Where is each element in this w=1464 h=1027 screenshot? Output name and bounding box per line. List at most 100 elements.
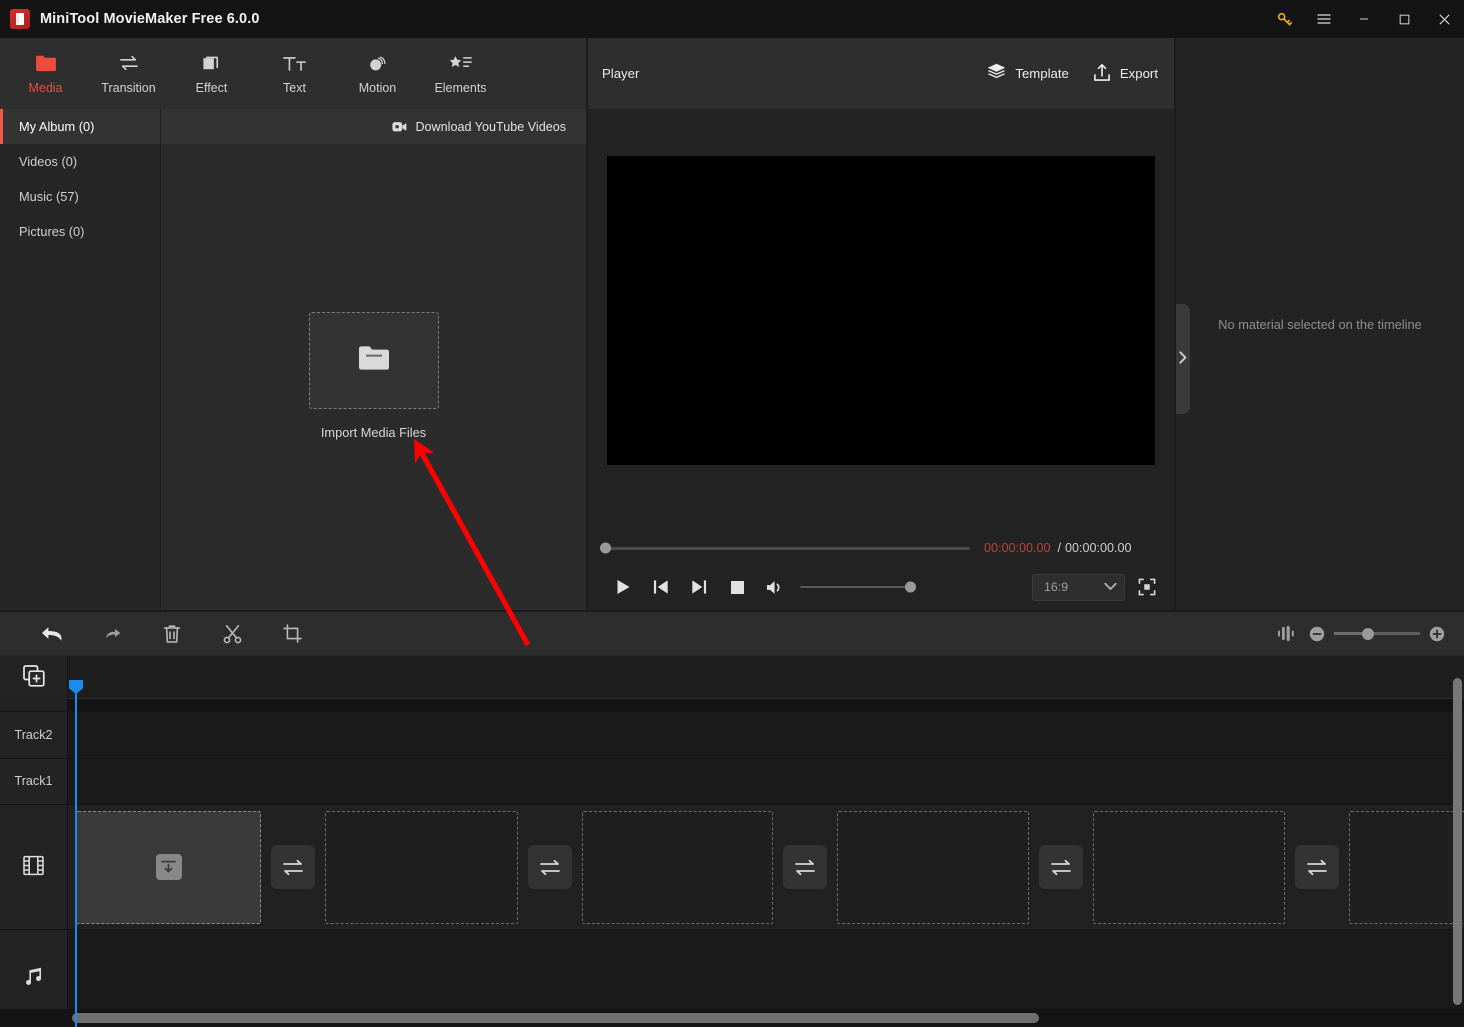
timeline-vertical-scrollbar[interactable] [1453,678,1462,1005]
split-button[interactable] [202,611,262,656]
library-item-label: My Album (0) [19,119,95,134]
ribbon-tab-elements[interactable]: Elements [419,38,502,109]
zoom-in-icon[interactable] [1424,621,1450,647]
player-panel: Player Template Export 00:00:00.00 / 00:… [588,38,1176,610]
transition-swap-icon[interactable] [271,845,315,890]
clip-slot[interactable] [837,810,1029,924]
maximize-icon[interactable] [1384,0,1424,38]
track-label: Track1 [14,774,53,789]
chevron-down-icon [1104,580,1117,594]
timeline-horizontal-scrollbar[interactable] [0,1009,1464,1027]
clip-slot[interactable] [1349,810,1464,924]
transition-swap-icon[interactable] [783,845,827,890]
minimize-icon[interactable] [1344,0,1384,38]
library-toolbar: Download YouTube Videos [161,109,586,144]
template-button[interactable]: Template [987,63,1069,84]
previous-frame-button[interactable] [642,572,680,602]
audio-waveform-button[interactable] [1268,611,1304,656]
ribbon-tab-label: Motion [358,80,397,95]
effect-icon [201,53,222,74]
library-row: My Album (0) Videos (0) Music (57) Pictu… [0,109,586,610]
folder-icon [35,53,57,74]
clip-slot[interactable] [325,810,518,924]
volume-button[interactable] [756,572,794,602]
transition-swap-icon[interactable] [1039,845,1083,890]
scrollbar-thumb[interactable] [72,1013,1039,1023]
time-current: 00:00:00.00 [984,541,1051,555]
library-item-my-album[interactable]: My Album (0) [0,109,160,144]
crop-button[interactable] [262,611,322,656]
seek-slider[interactable] [600,542,970,554]
folder-import-icon [358,345,390,376]
text-track-1-header[interactable]: Track1 [0,758,67,806]
text-track-2-header[interactable]: Track2 [0,712,67,759]
transition-swap-icon[interactable] [1295,845,1339,890]
aspect-ratio-value: 16:9 [1044,580,1069,594]
timeline-header-spacer [0,698,67,713]
timeline-zoom-slider[interactable] [1334,627,1420,640]
ribbon-tab-text[interactable]: Text [253,38,336,109]
seek-row: 00:00:00.00 / 00:00:00.00 [600,531,1158,565]
ribbon-tab-label: Transition [101,80,156,95]
timeline-ruler[interactable] [68,656,1464,699]
undo-button[interactable] [22,611,82,656]
transition-swap-icon[interactable] [528,845,572,890]
window-title: MiniTool MovieMaker Free 6.0.0 [40,11,260,27]
transition-icon [118,53,140,74]
next-frame-button[interactable] [680,572,718,602]
aspect-ratio-select[interactable]: 16:9 [1032,573,1125,601]
close-icon[interactable] [1424,0,1464,38]
seek-handle[interactable] [600,542,611,554]
video-preview[interactable] [607,155,1155,465]
ribbon-tab-motion[interactable]: Motion [336,38,419,109]
ribbon-tab-label: Elements [434,80,487,95]
library-item-music[interactable]: Music (57) [0,179,160,214]
text-track-1-row[interactable] [68,758,1464,806]
video-track-header[interactable] [0,805,67,931]
zoom-slider-handle[interactable] [1362,627,1375,640]
upload-icon [1093,63,1111,85]
scrollbar-thumb[interactable] [1453,678,1462,1005]
transport-controls: 16:9 [604,565,1158,609]
download-youtube-label[interactable]: Download YouTube Videos [415,120,566,134]
library-item-label: Music (57) [19,189,79,204]
volume-handle[interactable] [905,581,916,593]
play-button[interactable] [604,572,642,602]
clip-slot[interactable] [1093,810,1285,924]
import-media-label: Import Media Files [320,425,427,440]
player-stage [588,109,1174,531]
track-label: Track2 [14,727,53,742]
text-icon [282,53,308,74]
ribbon-tab-effect[interactable]: Effect [170,38,253,109]
stop-button[interactable] [718,572,756,602]
redo-button[interactable] [82,611,142,656]
window-controls [1264,0,1464,38]
fullscreen-button[interactable] [1136,576,1158,598]
key-icon[interactable] [1264,0,1304,38]
properties-collapse-button[interactable] [1176,304,1190,414]
ribbon-tab-label: Media [28,80,63,95]
import-clip-icon [155,854,182,881]
volume-slider[interactable] [800,581,916,593]
ribbon-tab-transition[interactable]: Transition [87,38,170,109]
zoom-out-icon[interactable] [1304,621,1330,647]
library-body: Import Media Files [161,144,586,610]
properties-panel: No material selected on the timeline [1176,38,1464,610]
video-track-row[interactable] [68,805,1464,931]
clip-slot[interactable] [76,810,261,924]
elements-icon [449,53,473,74]
timeline-toolbar [0,610,1464,655]
export-button[interactable]: Export [1093,63,1158,85]
clip-slot[interactable] [582,810,773,924]
delete-button[interactable] [142,611,202,656]
ribbon-tab-label: Effect [195,80,228,95]
add-media-button[interactable] [0,656,67,699]
title-bar: MiniTool MovieMaker Free 6.0.0 [0,0,1464,38]
ribbon-tab-media[interactable]: Media [4,38,87,109]
library-item-videos[interactable]: Videos (0) [0,144,160,179]
text-track-2-row[interactable] [68,712,1464,759]
library-item-pictures[interactable]: Pictures (0) [0,214,160,249]
menu-icon[interactable] [1304,0,1344,38]
app-logo-icon [10,9,30,29]
import-media-dropzone[interactable] [308,312,439,409]
